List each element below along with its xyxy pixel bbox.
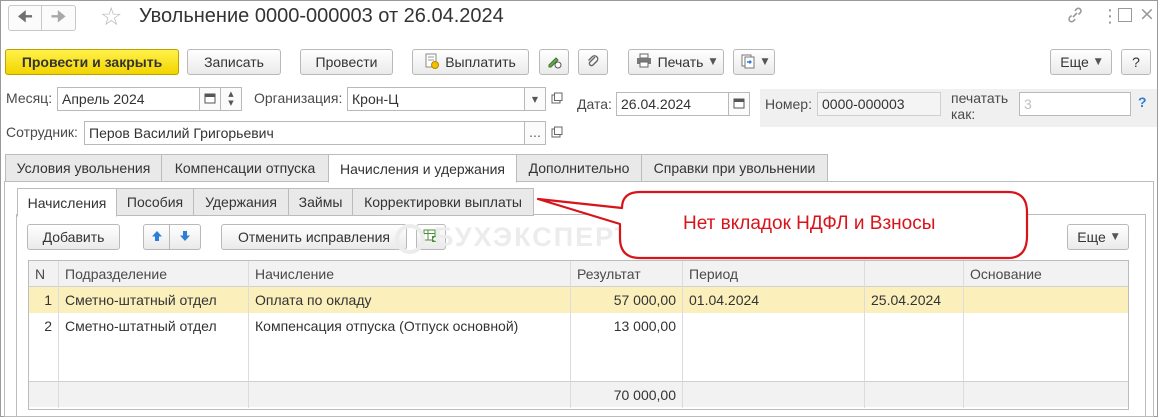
related-documents-button[interactable]: ▼ <box>733 49 775 75</box>
cell-n: 2 <box>29 313 59 339</box>
table-empty-area <box>29 339 1128 381</box>
cell-accrual: Компенсация отпуска (Отпуск основной) <box>249 313 571 339</box>
arrow-right-icon: 🠊 <box>50 6 67 27</box>
arrow-down-icon <box>179 229 191 245</box>
cell-period-to <box>865 313 964 339</box>
add-button[interactable]: Добавить <box>27 224 120 250</box>
ellipsis-icon: … <box>529 126 541 140</box>
subtab-payment-corrections[interactable]: Корректировки выплаты <box>352 188 534 216</box>
number-label: Номер: <box>765 96 812 112</box>
cell-basis <box>964 287 1128 313</box>
chevron-down-icon: ▼ <box>1111 232 1119 242</box>
move-down-button[interactable] <box>169 224 201 250</box>
open-icon <box>551 126 563 141</box>
cell-result: 13 000,00 <box>571 313 683 339</box>
callout-text: Нет вкладок НДФЛ и Взносы <box>683 213 936 234</box>
arrow-left-icon: 🠈 <box>17 6 33 27</box>
document-money-icon <box>425 53 440 72</box>
employee-label: Сотрудник: <box>6 124 78 140</box>
pay-button[interactable]: Выплатить <box>412 49 529 75</box>
table-footer: 70 000,00 <box>29 381 1128 408</box>
post-and-close-button[interactable]: Провести и закрыть <box>5 49 179 75</box>
table-row[interactable]: 2 Сметно-штатный отдел Компенсация отпус… <box>29 313 1128 339</box>
employee-field[interactable]: Перов Василий Григорьевич <box>84 121 525 145</box>
employee-select-button[interactable]: … <box>524 121 546 145</box>
back-button[interactable]: 🠈 <box>8 5 42 31</box>
calendar-button[interactable] <box>199 87 221 111</box>
organization-open-button[interactable] <box>546 87 568 111</box>
more-button[interactable]: Еще ▼ <box>1050 49 1112 75</box>
documents-arrow-icon <box>740 53 756 72</box>
watermark-logo-icon <box>395 224 425 254</box>
subtab-benefits[interactable]: Пособия <box>116 188 194 216</box>
print-as-field[interactable]: 3 <box>1019 92 1131 116</box>
save-button[interactable]: Записать <box>187 49 281 75</box>
column-header-department[interactable]: Подразделение <box>59 261 249 287</box>
chevron-down-icon: ▼ <box>761 57 769 67</box>
undo-corrections-button[interactable]: Отменить исправления <box>221 224 407 250</box>
more-vertical-icon[interactable]: ⋮ <box>1101 6 1119 27</box>
month-stepper[interactable]: ▲ ▼ <box>220 87 242 111</box>
cell-basis <box>964 313 1128 339</box>
cell-period-to: 25.04.2024 <box>865 287 964 313</box>
tab-additional[interactable]: Дополнительно <box>516 154 642 182</box>
cell-period-from <box>683 313 865 339</box>
move-up-button[interactable] <box>143 224 170 250</box>
date-calendar-button[interactable] <box>728 92 750 116</box>
subtab-deductions[interactable]: Удержания <box>193 188 289 216</box>
organization-label: Организация: <box>254 90 343 106</box>
employee-open-button[interactable] <box>546 121 568 145</box>
print-as-help[interactable]: ? <box>1138 94 1147 110</box>
chevron-down-icon: ▼ <box>1094 57 1102 67</box>
table-row[interactable]: 1 Сметно-штатный отдел Оплата по окладу … <box>29 287 1128 313</box>
tab-accruals-deductions[interactable]: Начисления и удержания <box>328 154 517 183</box>
print-button[interactable]: Печать ▼ <box>628 49 724 75</box>
paperclip-icon <box>586 53 600 72</box>
subtab-accruals[interactable]: Начисления <box>17 188 117 217</box>
chevron-down-icon: ▼ <box>531 94 539 104</box>
chevron-down-icon: ▼ <box>709 57 717 67</box>
subtab-loans[interactable]: Займы <box>288 188 353 216</box>
edit-button[interactable] <box>539 49 569 75</box>
calendar-icon <box>733 97 745 112</box>
attach-button[interactable] <box>578 49 608 75</box>
close-icon[interactable]: × <box>1139 3 1155 25</box>
tab-dismissal-conditions[interactable]: Условия увольнения <box>5 154 162 182</box>
printer-icon <box>636 53 652 71</box>
maximize-icon[interactable] <box>1118 8 1132 22</box>
organization-dropdown[interactable]: ▼ <box>524 87 546 111</box>
month-field[interactable]: Апрель 2024 <box>57 87 200 111</box>
number-field[interactable]: 0000-000003 <box>817 92 941 116</box>
open-icon <box>551 92 563 107</box>
cell-accrual: Оплата по окладу <box>249 287 571 313</box>
calendar-icon <box>204 92 216 107</box>
grid-more-button[interactable]: Еще ▼ <box>1067 224 1129 250</box>
month-label: Месяц: <box>6 90 53 106</box>
link-icon[interactable] <box>1066 6 1084 28</box>
total-result: 70 000,00 <box>571 382 683 408</box>
tab-vacation-compensation[interactable]: Компенсации отпуска <box>161 154 329 182</box>
pencil-check-icon <box>546 53 562 72</box>
post-button[interactable]: Провести <box>300 49 393 75</box>
cell-n: 1 <box>29 287 59 313</box>
chevron-up-icon: ▲ <box>228 90 234 98</box>
star-icon[interactable]: ☆ <box>100 2 122 31</box>
arrow-up-icon <box>151 229 163 245</box>
cell-department: Сметно-штатный отдел <box>59 287 249 313</box>
accruals-table[interactable]: N Подразделение Начисление Результат Пер… <box>28 260 1129 410</box>
date-field[interactable]: 26.04.2024 <box>616 92 730 116</box>
organization-field[interactable]: Крон-Ц <box>347 87 525 111</box>
print-as-label: печатать как: <box>951 90 1009 122</box>
page-title: Увольнение 0000-000003 от 26.04.2024 <box>139 5 504 27</box>
tab-dismissal-certificates[interactable]: Справки при увольнении <box>641 154 828 182</box>
cell-result: 57 000,00 <box>571 287 683 313</box>
cell-period-from: 01.04.2024 <box>683 287 865 313</box>
date-label: Дата: <box>577 96 612 112</box>
cell-department: Сметно-штатный отдел <box>59 313 249 339</box>
chevron-down-icon: ▼ <box>228 99 234 107</box>
column-header-n[interactable]: N <box>29 261 59 287</box>
forward-button[interactable]: 🠊 <box>42 5 76 31</box>
help-button[interactable]: ? <box>1121 49 1151 75</box>
column-header-accrual[interactable]: Начисление <box>249 261 571 287</box>
